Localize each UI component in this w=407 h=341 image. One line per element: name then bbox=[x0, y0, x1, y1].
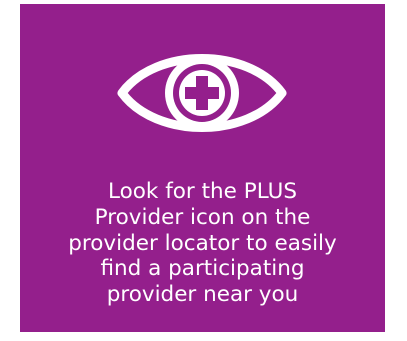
caption-line-3: provider locator to easily bbox=[68, 230, 337, 256]
caption-line-4: find a participating bbox=[100, 256, 305, 282]
caption-line-1: Look for the PLUS bbox=[108, 179, 297, 204]
caption-line-2: Provider icon on the bbox=[94, 204, 311, 230]
eye-plus-icon bbox=[117, 54, 287, 132]
plus-provider-tile: Look for the PLUS Provider icon on the p… bbox=[20, 4, 385, 332]
caption-line-5: provider near you bbox=[106, 282, 299, 308]
plus-provider-caption: Look for the PLUS Provider icon on the p… bbox=[20, 179, 385, 308]
